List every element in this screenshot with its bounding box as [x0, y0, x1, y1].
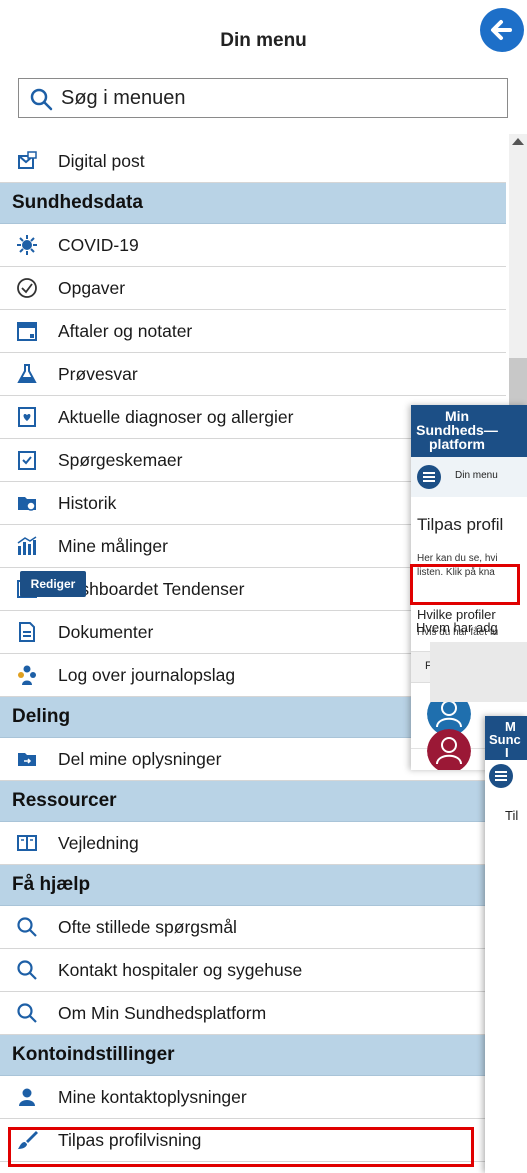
menu-item-label: COVID-19 — [58, 235, 139, 255]
menu-item-label: Mine kontaktoplysninger — [58, 1087, 247, 1107]
menu-item-kontakt-hospitaler[interactable]: Kontakt hospitaler og sygehuse — [0, 949, 506, 992]
menu-item-label: Om Min Sundhedsplatform — [58, 1003, 267, 1023]
covid-virus-icon — [17, 235, 37, 255]
search-icon — [17, 960, 37, 980]
preview2-text: Til — [505, 808, 519, 823]
logo-line: Sundheds— — [416, 422, 498, 438]
menu-item-covid-19[interactable]: COVID-19 — [0, 224, 506, 267]
preview-text: Her kan du se, hvi — [417, 553, 498, 564]
menu-title: Din menu — [220, 30, 307, 51]
book-icon — [17, 835, 37, 851]
logo-line: Min — [444, 408, 470, 424]
search-icon — [17, 1003, 37, 1023]
menu-item-om-min-sundhedsplatform[interactable]: Om Min Sundhedsplatform — [0, 992, 506, 1035]
menu-item-ofte-stillede-sporgsmal[interactable]: Ofte stillede spørgsmål — [0, 906, 506, 949]
person-icon — [19, 1088, 35, 1106]
second-page-preview: M Sunc I Til — [485, 716, 527, 1173]
avatar — [427, 729, 471, 770]
highlight-box-tilpas-profilvisning — [8, 1127, 474, 1167]
hamburger-menu-icon[interactable] — [489, 764, 513, 788]
menu-item-aftaler-og-notater[interactable]: Aftaler og notater — [0, 310, 506, 353]
highlight-box-rediger — [410, 564, 520, 605]
menu-item-vejledning[interactable]: Vejledning — [0, 822, 506, 865]
menu-item-label: Aktuelle diagnoser og allergier — [58, 407, 294, 427]
menu-item-label: Aftaler og notater — [58, 321, 193, 341]
back-arrow-icon — [491, 20, 512, 40]
menu-item-label: Ofte stillede spørgsmål — [58, 917, 237, 937]
search-placeholder: Søg i menuen — [61, 87, 186, 109]
measurements-icon — [17, 536, 37, 555]
section-label: Sundhedsdata — [12, 192, 143, 213]
menu-item-label: Historik — [58, 493, 117, 513]
section-label: Få hjælp — [12, 874, 91, 895]
menu-header: Din menu — [0, 0, 527, 80]
preview-header: Min Sundheds— platform — [411, 405, 527, 457]
preview-logo: Min Sundheds— platform — [411, 409, 503, 451]
scroll-up-arrow-icon[interactable] — [512, 138, 524, 145]
section-sundhedsdata: Sundhedsdata — [0, 183, 506, 224]
section-label: Deling — [12, 706, 71, 727]
digital-post-icon — [18, 151, 37, 169]
menu-item-label: Prøvesvar — [58, 364, 138, 384]
menu-item-label: Vejledning — [58, 833, 139, 853]
section-faa-hjaelp: Få hjælp — [0, 865, 506, 906]
back-arrow-button[interactable] — [480, 8, 524, 52]
calendar-icon — [17, 322, 37, 341]
search-icon — [17, 917, 37, 937]
menu-item-label: Dokumenter — [58, 622, 154, 642]
menu-item-label: Spørgeskemaer — [58, 450, 183, 470]
logo-line: platform — [429, 436, 485, 452]
preview-menu-label: Din menu — [455, 470, 498, 481]
preview-heading: Tilpas profil — [417, 515, 504, 534]
search-input[interactable]: Søg i menuen — [18, 78, 508, 118]
menu-item-label: Del mine oplysninger — [58, 749, 222, 769]
section-label: Kontoindstillinger — [12, 1044, 175, 1065]
menu-item-label: Mine målinger — [58, 536, 168, 556]
rediger-button[interactable]: Rediger — [20, 571, 86, 597]
log-people-icon — [18, 665, 36, 685]
section-kontoindstillinger: Kontoindstillinger — [0, 1035, 506, 1076]
menu-item-opgaver[interactable]: Opgaver — [0, 267, 506, 310]
preview-menu-bar: Din menu — [411, 457, 527, 498]
questionnaire-icon — [18, 451, 36, 470]
preview-who-access: Hvem har adg — [416, 620, 498, 635]
logo-line: I — [505, 745, 509, 760]
flask-icon — [17, 364, 37, 383]
menu-item-mine-kontaktoplysninger[interactable]: Mine kontaktoplysninger — [0, 1076, 506, 1119]
section-label: Ressourcer — [12, 790, 117, 811]
search-icon — [30, 88, 53, 111]
section-ressourcer: Ressourcer — [0, 781, 506, 822]
menu-item-label: Digital post — [58, 151, 145, 171]
menu-item-label: Log over journalopslag — [58, 665, 236, 685]
diagnosis-icon — [18, 407, 36, 427]
hamburger-menu-icon[interactable] — [417, 465, 441, 489]
preview-grey-box — [430, 642, 527, 702]
menu-item-digital-post[interactable]: Digital post — [0, 140, 506, 183]
menu-item-label: Kontakt hospitaler og sygehuse — [58, 960, 303, 980]
share-folder-icon — [18, 753, 36, 766]
menu-item-provesvar[interactable]: Prøvesvar — [0, 353, 506, 396]
history-folder-icon — [18, 497, 36, 511]
check-circle-icon — [17, 278, 37, 298]
menu-item-label: Opgaver — [58, 278, 126, 298]
preview2-header: M Sunc I — [485, 716, 527, 760]
document-icon — [19, 622, 35, 642]
